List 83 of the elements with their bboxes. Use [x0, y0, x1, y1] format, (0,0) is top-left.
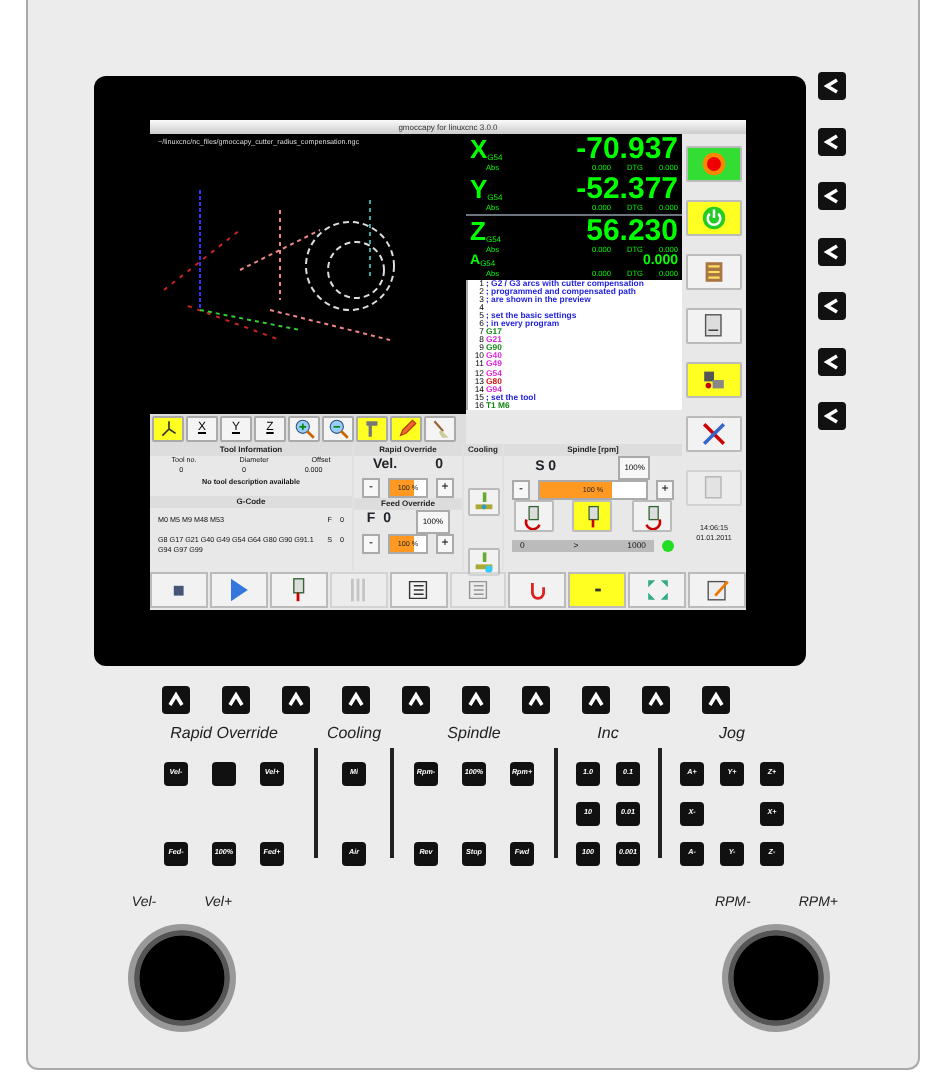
- axes-icon: [157, 418, 179, 440]
- panel-key[interactable]: [162, 686, 190, 714]
- chevron-left-icon: [822, 406, 842, 426]
- toolbar-button[interactable]: [389, 572, 448, 608]
- chevron-left-icon: [822, 241, 842, 261]
- expand-icon: [643, 576, 672, 604]
- zoom-out-icon: [327, 418, 349, 440]
- chevron-up-icon: [466, 690, 486, 710]
- document-icon: [700, 312, 728, 340]
- panel-key[interactable]: [642, 686, 670, 714]
- panel-key[interactable]: [282, 686, 310, 714]
- spindle-button[interactable]: [513, 500, 554, 532]
- chevron-up-icon: [286, 690, 306, 710]
- toolbar-button[interactable]: [288, 416, 320, 442]
- side-key[interactable]: [818, 347, 846, 375]
- chevron-left-icon: [822, 296, 842, 316]
- side-button[interactable]: [686, 362, 742, 398]
- tools-icon: [700, 420, 728, 448]
- chevron-up-icon: [646, 690, 666, 710]
- chevron-left-icon: [822, 351, 842, 371]
- zoom-in-icon: [293, 418, 315, 440]
- spindle-ccw-icon: [520, 503, 547, 529]
- panel-key[interactable]: [222, 686, 250, 714]
- chevron-up-icon: [346, 690, 366, 710]
- group-title: Inc: [597, 722, 619, 746]
- side-key[interactable]: [818, 72, 846, 100]
- emergency-stop-icon: [700, 150, 728, 178]
- side-key[interactable]: [818, 127, 846, 155]
- side-key[interactable]: [818, 292, 846, 320]
- chevron-up-icon: [166, 690, 186, 710]
- list-icon: [404, 576, 433, 604]
- axis-letter: X: [470, 136, 488, 164]
- chevron-left-icon: [822, 131, 842, 151]
- side-key[interactable]: [818, 402, 846, 430]
- spindle-button[interactable]: [572, 500, 613, 532]
- pencil-icon: [395, 418, 417, 440]
- group-title: Jog: [719, 722, 745, 746]
- chevron-left-icon: [822, 186, 842, 206]
- edit-icon: [703, 576, 732, 604]
- chevron-up-icon: [586, 690, 606, 710]
- panel-key[interactable]: [342, 686, 370, 714]
- group-title: Rapid Override: [170, 722, 278, 746]
- brush-icon: [429, 418, 451, 440]
- coolant-button[interactable]: [467, 548, 499, 576]
- side-button[interactable]: [686, 416, 742, 452]
- chevron-up-icon: [706, 690, 726, 710]
- axis-value: -52.377: [576, 174, 678, 204]
- chevron-up-icon: [526, 690, 546, 710]
- spindle-button[interactable]: [632, 500, 673, 532]
- coolant-valve-icon: [471, 490, 495, 514]
- panel-key[interactable]: [522, 686, 550, 714]
- panel-key[interactable]: [582, 686, 610, 714]
- panel-key[interactable]: [462, 686, 490, 714]
- axis-letter: Y: [470, 176, 488, 204]
- toolbar-button[interactable]: [152, 416, 184, 442]
- machine-icon: [700, 366, 728, 394]
- chevron-up-icon: [226, 690, 246, 710]
- toolbar-button[interactable]: [269, 572, 328, 608]
- panel-key[interactable]: [402, 686, 430, 714]
- toolbar-button[interactable]: [150, 572, 208, 608]
- power-icon: [700, 204, 728, 232]
- rotary-knob[interactable]: [128, 923, 236, 1031]
- toolbar-button[interactable]: [322, 416, 354, 442]
- chevron-left-icon: [822, 76, 842, 96]
- side-button[interactable]: [686, 308, 742, 344]
- list-icon: [463, 576, 492, 604]
- document-icon: [700, 474, 728, 502]
- toolbar-button[interactable]: [688, 572, 746, 608]
- spindle-cw-icon: [639, 503, 666, 529]
- side-button[interactable]: [686, 254, 742, 290]
- coolant-button[interactable]: [467, 488, 499, 516]
- group-title: Spindle: [447, 722, 501, 746]
- axis-value: -70.937: [576, 134, 678, 164]
- axis-value: 56.230: [586, 216, 678, 246]
- panel-key[interactable]: [702, 686, 730, 714]
- chevron-up-icon: [406, 690, 426, 710]
- group-title: Cooling: [326, 722, 382, 746]
- axis-letter: Z: [470, 218, 486, 246]
- coolant-valve-icon: [471, 550, 495, 574]
- side-key[interactable]: [818, 182, 846, 210]
- side-key[interactable]: [818, 237, 846, 265]
- toolbar-button[interactable]: [390, 416, 422, 442]
- caliper-icon: [361, 418, 383, 440]
